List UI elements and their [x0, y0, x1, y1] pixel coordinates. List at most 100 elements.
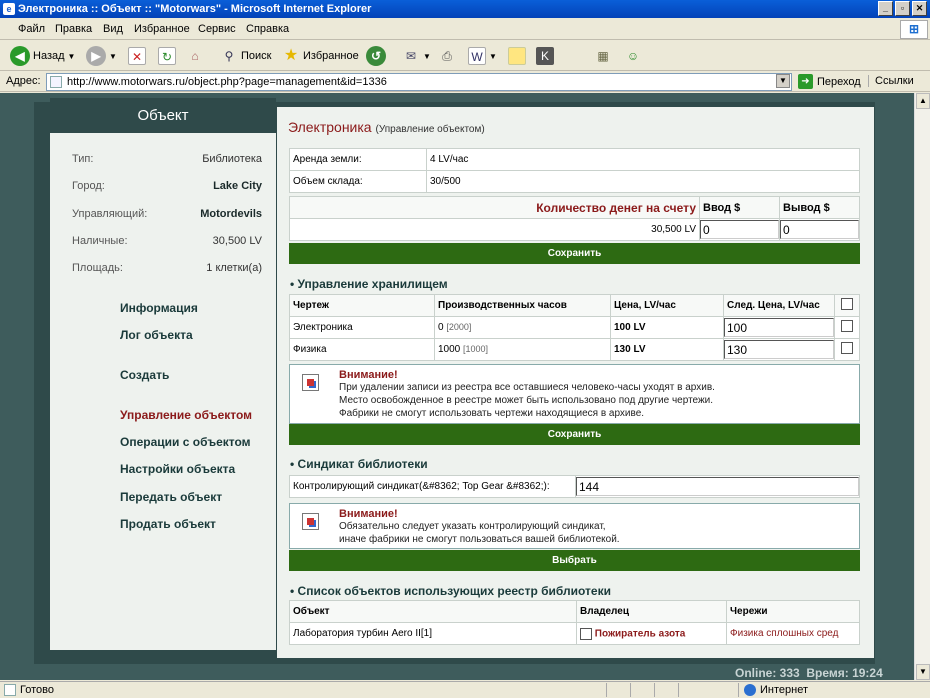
menu-view[interactable]: Вид [103, 23, 123, 35]
status-bar: Готово Интернет [0, 681, 930, 698]
messenger-button[interactable]: ☺ [624, 45, 642, 67]
storage-table: Чертеж Производственных часов Цена, LV/ч… [289, 294, 860, 361]
save-money-button[interactable]: Сохранить [289, 243, 860, 264]
row-checkbox[interactable] [841, 342, 853, 354]
go-button[interactable]: ➜ Переход [798, 74, 861, 89]
menu-help[interactable]: Справка [246, 23, 289, 35]
address-dropdown-icon[interactable]: ▼ [776, 74, 790, 88]
close-button[interactable]: ✕ [912, 1, 927, 16]
nav-settings[interactable]: Настройки объекта [120, 462, 235, 476]
syndicate-table: Контролирующий синдикат(&#8362; Top Gear… [289, 475, 860, 498]
print-icon: ⎙ [442, 49, 452, 63]
user-blueprints[interactable]: Физика сплошных сред [726, 622, 860, 645]
blueprint-hours: 1000 [1000] [434, 338, 611, 361]
home-button[interactable]: ⌂ [186, 45, 204, 67]
print-button[interactable]: ⎙ [438, 45, 456, 67]
menu-tools[interactable]: Сервис [198, 23, 236, 35]
scroll-up-icon[interactable]: ▲ [916, 93, 930, 109]
star-icon: ★ [283, 47, 299, 64]
note-icon [508, 47, 526, 65]
title-bar: e Электроника :: Объект :: "Motorwars" -… [0, 0, 930, 18]
table-row: Электроника 0 [2000] 100 LV [289, 316, 860, 339]
hours-value: 1000 [438, 344, 461, 355]
info-value: 30,500 LV [212, 235, 262, 247]
next-price-input[interactable] [724, 318, 834, 337]
internet-globe-icon [744, 684, 756, 696]
syndicate-warning: Внимание! Обязательно следует указать ко… [289, 503, 860, 549]
stop-button[interactable]: ✕ [128, 45, 146, 67]
mail-button[interactable]: ✉ ▼ [402, 45, 431, 67]
discuss-button[interactable] [508, 45, 526, 67]
syndicate-input[interactable] [576, 477, 859, 496]
nav-operations[interactable]: Операции с объектом [120, 435, 251, 449]
info-label: Тип: [72, 153, 94, 165]
online-status: Online: 333 Время: 19:24 [735, 666, 883, 680]
ie-icon: e [3, 3, 15, 15]
menu-file[interactable]: Файл [18, 23, 45, 35]
blueprint-hours: 0 [2000] [434, 316, 611, 339]
stop-icon: ✕ [128, 47, 146, 65]
info-label: Управляющий: [72, 208, 148, 220]
page-title-text: Электроника [288, 119, 372, 135]
info-value: Библиотека [202, 153, 262, 165]
address-label: Адрес: [6, 75, 41, 87]
scroll-down-icon[interactable]: ▼ [916, 664, 930, 680]
address-input[interactable]: http://www.motorwars.ru/object.php?page=… [46, 73, 792, 91]
research-button[interactable]: K [536, 45, 554, 67]
forward-arrow-icon: ▶ [86, 46, 106, 66]
blueprint-price: 100 LV [610, 316, 724, 339]
edit-button[interactable]: W ▼ [468, 45, 497, 67]
col-price: Цена, LV/час [610, 294, 724, 317]
save-storage-button[interactable]: Сохранить [289, 424, 860, 445]
nav-create[interactable]: Создать [120, 368, 169, 382]
next-price-input[interactable] [724, 340, 834, 359]
col-owner: Владелец [576, 600, 727, 623]
back-button[interactable]: ◀ Назад ▼ [10, 45, 75, 67]
menu-favorites[interactable]: Избранное [134, 23, 190, 35]
warning-line: При удалении записи из реестра все остав… [339, 382, 715, 393]
nav-info[interactable]: Информация [120, 301, 198, 315]
menu-edit[interactable]: Правка [55, 23, 92, 35]
col-object: Объект [289, 600, 577, 623]
window-title: Электроника :: Объект :: "Motorwars" - M… [18, 3, 372, 15]
owner-link[interactable]: Пожиратель азота [595, 628, 686, 639]
nav-transfer[interactable]: Передать объект [120, 490, 222, 504]
address-bar: Адрес: http://www.motorwars.ru/object.ph… [0, 72, 930, 92]
money-value: 30,500 LV [289, 218, 700, 241]
info-value[interactable]: Motordevils [200, 208, 262, 220]
status-text: Готово [20, 684, 54, 696]
maximize-button[interactable]: ▫ [895, 1, 910, 16]
warning-line: иначе фабрики не смогут пользоваться ваш… [339, 534, 620, 545]
nav-management[interactable]: Управление объектом [120, 408, 252, 422]
table-row: Объем склада: 30/500 [289, 170, 860, 193]
choose-syndicate-button[interactable]: Выбрать [289, 550, 860, 571]
minimize-button[interactable]: _ [878, 1, 893, 16]
col-hours: Производственных часов [434, 294, 611, 317]
info-type: Тип: Библиотека [72, 153, 262, 165]
sidebar-title: Объект [50, 98, 276, 133]
deposit-label: Ввод $ [699, 196, 780, 219]
nav-sell[interactable]: Продать объект [120, 517, 216, 531]
rent-label: Аренда земли: [289, 148, 427, 171]
history-button[interactable]: ↺ [366, 45, 386, 67]
forward-button[interactable]: ▶ ▼ [86, 45, 117, 67]
row-checkbox[interactable] [841, 320, 853, 332]
page-icon [50, 76, 62, 88]
info-city: Город: Lake City [72, 180, 262, 192]
links-button[interactable]: Ссылки [868, 75, 914, 87]
search-label: Поиск [241, 50, 272, 62]
toolbar-extra-button[interactable]: ▦ [594, 45, 612, 67]
select-all-checkbox[interactable] [841, 298, 853, 310]
user-object[interactable]: Лаборатория турбин Aero II[1] [289, 622, 577, 645]
refresh-button[interactable]: ↻ [158, 45, 176, 67]
chevron-down-icon: ▼ [109, 51, 117, 61]
favorites-button[interactable]: ★ Избранное [282, 45, 359, 67]
chevron-down-icon: ▼ [489, 51, 497, 61]
nav-log[interactable]: Лог объекта [120, 328, 193, 342]
col-blueprints: Черeжи [726, 600, 860, 623]
deposit-input[interactable] [700, 220, 779, 239]
vertical-scrollbar[interactable]: ▲ ▼ [914, 93, 930, 680]
withdraw-input[interactable] [780, 220, 859, 239]
search-button[interactable]: ⚲ Поиск [220, 45, 272, 67]
info-value[interactable]: Lake City [213, 180, 262, 192]
